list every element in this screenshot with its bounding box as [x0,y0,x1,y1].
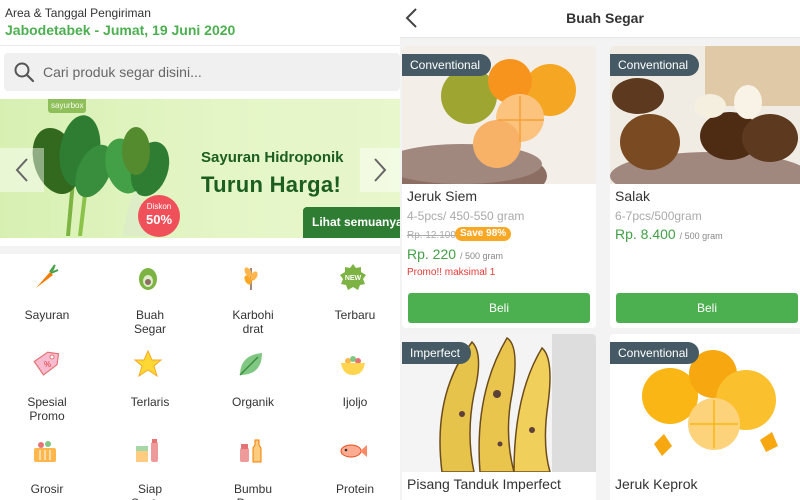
banner-subtitle: Turun Harga! [201,172,342,197]
carrot-icon [36,264,59,288]
top-bar: Buah Segar [400,0,800,38]
see-all-button[interactable]: Lihat semuanya [303,207,400,238]
product-name[interactable]: Salak [615,188,650,204]
banner-title: Sayuran Hidroponik [201,149,344,166]
product-name[interactable]: Pisang Tanduk Imperfect [407,476,561,492]
home-pane: Area & Tanggal Pengiriman Jabodetabek - … [0,0,400,500]
product-price-row: Rp. 8.400 / 500 gram [615,226,723,242]
chevron-left-icon [15,158,28,182]
spice-bottle-icon [240,439,262,463]
wheat-icon [244,267,258,290]
product-price-row: Rp. 220 / 500 gram [407,246,503,262]
page-title: Buah Segar [566,10,644,26]
category-spesial-promo[interactable]: % Spesial Promo [0,341,97,428]
category-pane: Buah Segar Conventional Jeruk Siem 4-5pc… [400,0,800,500]
product-card[interactable]: Imperfect Pisang Tanduk Imperfect [402,334,596,500]
discount-badge-label: Diskon [146,202,172,211]
new-badge-icon: NEW [340,264,366,290]
buy-button[interactable]: Beli [616,293,798,323]
category-label: Spesial Promo [27,395,67,423]
buy-button[interactable]: Beli [408,293,590,323]
bowl-icon [341,356,365,375]
svg-text:%: % [44,360,51,369]
carousel-next-button[interactable] [360,148,400,192]
category-sayuran[interactable]: Sayuran [0,254,97,341]
product-unit: 4-5pcs/ 450-550 gram [407,209,525,223]
category-grid: Sayuran Buah Segar Karbohi drat NEW Terb… [0,246,400,500]
category-label: Terbaru [334,308,376,322]
category-siap-santap[interactable]: Siap Santap [100,428,200,500]
star-icon [133,349,163,378]
product-price: Rp. 220 [407,246,457,262]
category-label: Karbohi drat [232,308,274,336]
category-label: Organik [231,395,275,409]
product-unit: 6-7pcs/500gram [615,209,702,223]
category-bumbu-dapur[interactable]: Bumbu Dapur [203,428,303,500]
leaf-icon [239,353,262,376]
product-price-unit: / 500 gram [459,251,503,261]
product-tag: Conventional [402,54,492,76]
category-protein[interactable]: Protein [305,428,400,500]
basket-icon [34,441,56,462]
search-icon [13,61,35,83]
save-badge: Save 98% [455,227,512,241]
product-old-price: Rp. 12.100 [407,230,456,241]
discount-badge: Diskon 50% [138,195,180,237]
delivery-area-selector[interactable]: Area & Tanggal Pengiriman Jabodetabek - … [0,0,400,46]
category-terlaris[interactable]: Terlaris [100,341,200,428]
search-bar[interactable]: Cari produk segar disini... [4,53,400,91]
promo-tag-icon: % [33,351,60,376]
chevron-right-icon [374,158,387,182]
promo-note: Promo!! maksimal 1 [407,267,496,278]
product-tag: Conventional [610,54,700,76]
product-tag: Imperfect [402,342,472,364]
product-price: Rp. 8.400 [615,226,676,242]
product-name[interactable]: Jeruk Keprok [615,476,697,492]
fish-icon [340,444,367,458]
ready-meal-icon [136,439,158,462]
product-card[interactable]: Conventional Jeruk Siem 4-5pcs/ 450-550 … [402,46,596,328]
svg-text:NEW: NEW [345,275,362,282]
product-card[interactable]: Conventional Jeruk Keprok [610,334,800,500]
search-input[interactable]: Cari produk segar disini... [43,64,202,80]
product-tag: Conventional [610,342,700,364]
discount-badge-value: 50% [145,212,173,227]
category-label: Protein [335,482,375,496]
carousel-prev-button[interactable] [0,148,44,192]
category-label: Grosir [30,482,64,496]
product-name[interactable]: Jeruk Siem [407,188,477,204]
category-ijoljo[interactable]: Ijoljo [305,341,400,428]
product-card[interactable]: Conventional Salak 6-7pcs/500gram Rp. 8.… [610,46,800,328]
category-label: Sayuran [24,308,70,322]
category-label: Ijoljo [342,395,368,409]
delivery-area-label: Area & Tanggal Pengiriman [5,6,151,20]
product-price-unit: / 500 gram [679,231,723,241]
avocado-icon [139,268,157,290]
category-karbohidrat[interactable]: Karbohi drat [203,254,303,341]
category-label: Terlaris [130,395,170,409]
category-organik[interactable]: Organik [203,341,303,428]
delivery-area-value[interactable]: Jabodetabek - Jumat, 19 Juni 2020 [5,21,395,39]
category-label: Buah Segar [133,308,167,336]
category-buah-segar[interactable]: Buah Segar [100,254,200,341]
category-label: Bumbu Dapur [233,482,273,500]
category-grosir[interactable]: Grosir [0,428,97,500]
category-label: Siap Santap [131,482,169,500]
category-terbaru[interactable]: NEW Terbaru [305,254,400,341]
